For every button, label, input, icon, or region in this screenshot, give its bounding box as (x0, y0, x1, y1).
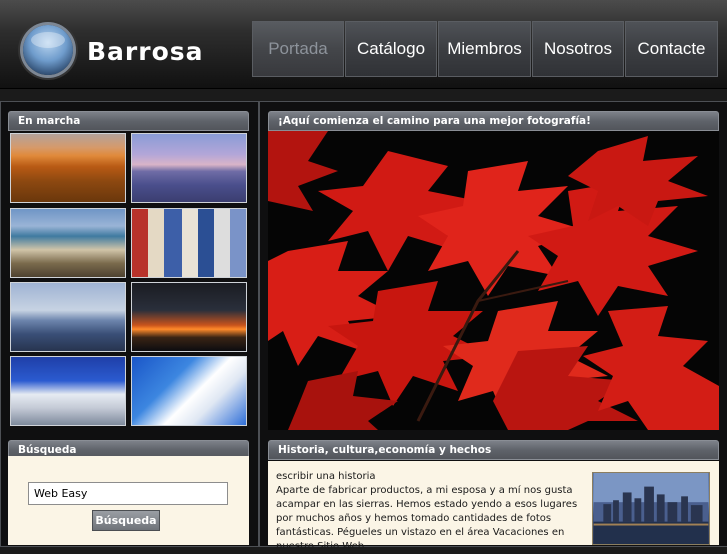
featured-image (268, 131, 719, 430)
search-input[interactable] (28, 482, 228, 505)
search-button[interactable]: Búsqueda (92, 510, 160, 531)
nav-miembros[interactable]: Miembros (438, 21, 531, 77)
left-panel-title: En marcha (8, 111, 249, 131)
thumbnail-white-village[interactable] (10, 356, 126, 426)
site-title[interactable]: Barrosa (87, 37, 204, 66)
city-skyline-image (592, 472, 710, 545)
thumbnail-snowy-rocks[interactable] (131, 356, 247, 426)
nav-catalogo[interactable]: Catálogo (345, 21, 437, 77)
nav-portada[interactable]: Portada (252, 21, 344, 77)
nav-contacte[interactable]: Contacte (625, 21, 718, 77)
main-panel-title: ¡Aquí comienza el camino para una mejor … (268, 111, 719, 131)
thumbnail-beach-huts[interactable] (131, 208, 247, 278)
thumbnail-harbor[interactable] (10, 282, 126, 352)
site-header: Barrosa Portada Catálogo Miembros Nosotr… (0, 0, 727, 89)
thumbnail-calm-sea[interactable] (131, 133, 247, 203)
article-body: Aparte de fabricar productos, a mi espos… (276, 485, 578, 552)
nav-nosotros[interactable]: Nosotros (532, 21, 624, 77)
article-subtitle: escribir una historia (276, 471, 376, 482)
article-panel-title: Historia, cultura,economía y hechos (268, 440, 719, 460)
thumbnail-bridge-night[interactable] (131, 282, 247, 352)
logo-icon[interactable] (23, 25, 73, 75)
thumbnail-rocky-coast[interactable] (10, 208, 126, 278)
thumbnail-sandy-beach[interactable] (10, 133, 126, 203)
